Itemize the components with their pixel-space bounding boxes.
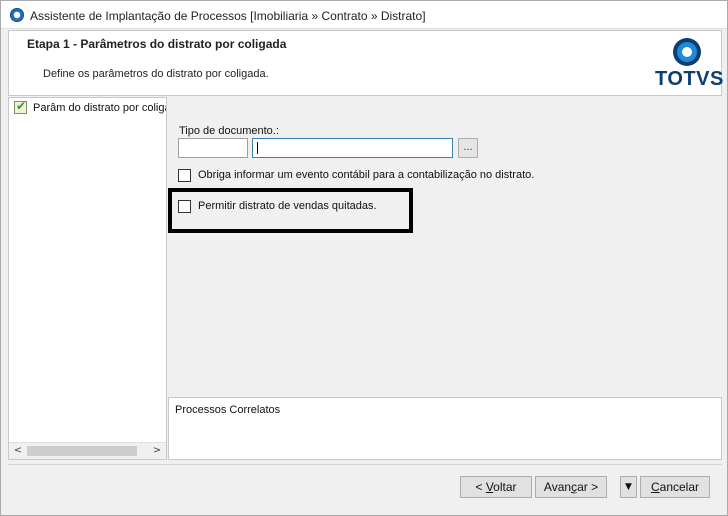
next-prefix: Avan xyxy=(543,480,572,494)
step-description: Define os parâmetros do distrato por col… xyxy=(43,68,269,80)
checkbox-label: Obriga informar um evento contábil para … xyxy=(198,169,535,181)
footer-divider xyxy=(8,464,722,465)
next-rest: ar > xyxy=(577,480,599,494)
back-prefix: < xyxy=(475,480,486,494)
checkbox-label: Permitir distrato de vendas quitadas. xyxy=(198,200,377,212)
app-icon xyxy=(10,8,24,22)
window-title: Assistente de Implantação de Processos [… xyxy=(30,9,426,23)
dropdown-arrow-button[interactable]: ▼ xyxy=(620,476,637,498)
title-bar: Assistente de Implantação de Processos [… xyxy=(1,1,727,29)
chevron-left-icon[interactable]: < xyxy=(11,444,25,458)
tree-item-label: Parâm do distrato por coligada xyxy=(33,102,166,114)
text-caret xyxy=(257,142,258,154)
doc-type-code-input[interactable] xyxy=(178,138,248,158)
checkbox-box[interactable] xyxy=(178,169,191,182)
cancel-button[interactable]: Cancelar xyxy=(640,476,710,498)
cancel-rest: ancelar xyxy=(659,480,700,494)
back-button[interactable]: < Voltar xyxy=(460,476,532,498)
totvs-logo-text: TOTVS xyxy=(655,68,724,90)
scrollbar-thumb[interactable] xyxy=(27,446,137,456)
chevron-right-icon[interactable]: > xyxy=(150,444,164,458)
doc-type-label: Tipo de documento.: xyxy=(179,125,279,137)
steps-tree: Parâm do distrato por coligada < > xyxy=(8,97,167,460)
horizontal-scrollbar[interactable]: < > xyxy=(9,442,166,459)
step-title: Etapa 1 - Parâmetros do distrato por col… xyxy=(27,37,287,51)
related-processes-label: Processos Correlatos xyxy=(175,404,281,416)
checkbox-box[interactable] xyxy=(178,200,191,213)
cancel-accel: C xyxy=(650,480,660,494)
back-rest: oltar xyxy=(493,480,517,494)
wizard-window: Assistente de Implantação de Processos [… xyxy=(0,0,728,516)
step-header: Etapa 1 - Parâmetros do distrato por col… xyxy=(8,30,724,96)
next-button[interactable]: Avançar > xyxy=(535,476,607,498)
browse-button[interactable]: ... xyxy=(458,138,478,158)
totvs-logo-icon xyxy=(673,38,701,66)
checklist-icon xyxy=(14,99,27,114)
parameters-panel: Tipo de documento.: ... Obriga informar … xyxy=(168,97,722,397)
related-processes-panel: Processos Correlatos xyxy=(168,397,722,460)
doc-type-name-input[interactable] xyxy=(252,138,453,158)
tree-item-parametros[interactable]: Parâm do distrato por coligada xyxy=(9,99,166,116)
